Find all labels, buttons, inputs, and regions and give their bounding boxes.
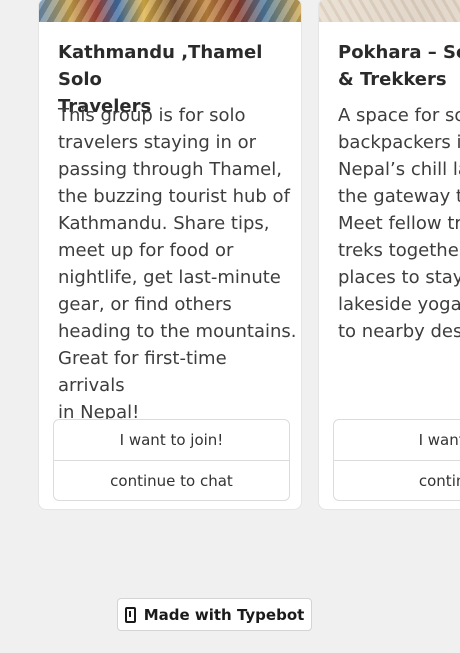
card-button-group: I want to join! continue to chat bbox=[53, 419, 290, 501]
badge-label: Made with Typebot bbox=[143, 605, 305, 624]
carousel-viewport: Kathmandu ,Thamel Solo Travelers This gr… bbox=[0, 0, 460, 653]
made-with-typebot-badge[interactable]: Made with Typebot bbox=[117, 598, 312, 631]
card-button-group: I want to continue bbox=[333, 419, 460, 501]
join-button[interactable]: I want to join! bbox=[54, 420, 289, 460]
card-title: Pokhara – Solo & Trekkers bbox=[338, 42, 460, 90]
card-description: This group is for solo travelers staying… bbox=[58, 105, 297, 423]
card-image bbox=[39, 0, 301, 22]
card-description: A space for sol backpackers in Nepal’s c… bbox=[338, 105, 460, 342]
group-card-pokhara: Pokhara – Solo & Trekkers A space for so… bbox=[318, 0, 460, 510]
join-button[interactable]: I want to bbox=[334, 420, 460, 460]
typebot-logo-icon bbox=[124, 606, 136, 623]
continue-chat-button[interactable]: continue bbox=[334, 460, 460, 500]
card-image bbox=[319, 0, 460, 22]
continue-chat-button[interactable]: continue to chat bbox=[54, 460, 289, 500]
group-card-kathmandu: Kathmandu ,Thamel Solo Travelers This gr… bbox=[38, 0, 302, 510]
